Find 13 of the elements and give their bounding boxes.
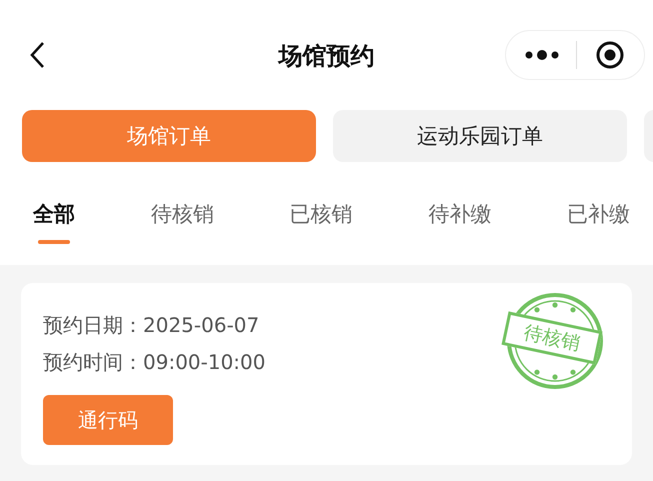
close-icon[interactable] [595,40,626,70]
status-tab[interactable]: 待核销 [136,200,229,228]
more-icon[interactable] [524,49,559,61]
page-title: 场馆预约 [278,41,374,72]
status-tab[interactable]: 已核销 [274,200,368,228]
tab-indicator [38,240,70,244]
status-tab[interactable]: 已补缴 [552,200,645,228]
order-detail: 预约时间：09:00-10:00 [43,349,266,376]
segment-tab[interactable]: 运动乐园订单 [333,110,627,162]
status-tab[interactable]: 待补缴 [413,200,506,228]
order-detail: 预约日期：2025-06-07 [43,312,260,339]
back-icon[interactable] [29,41,45,69]
status-tab[interactable]: 全部 [18,200,90,228]
